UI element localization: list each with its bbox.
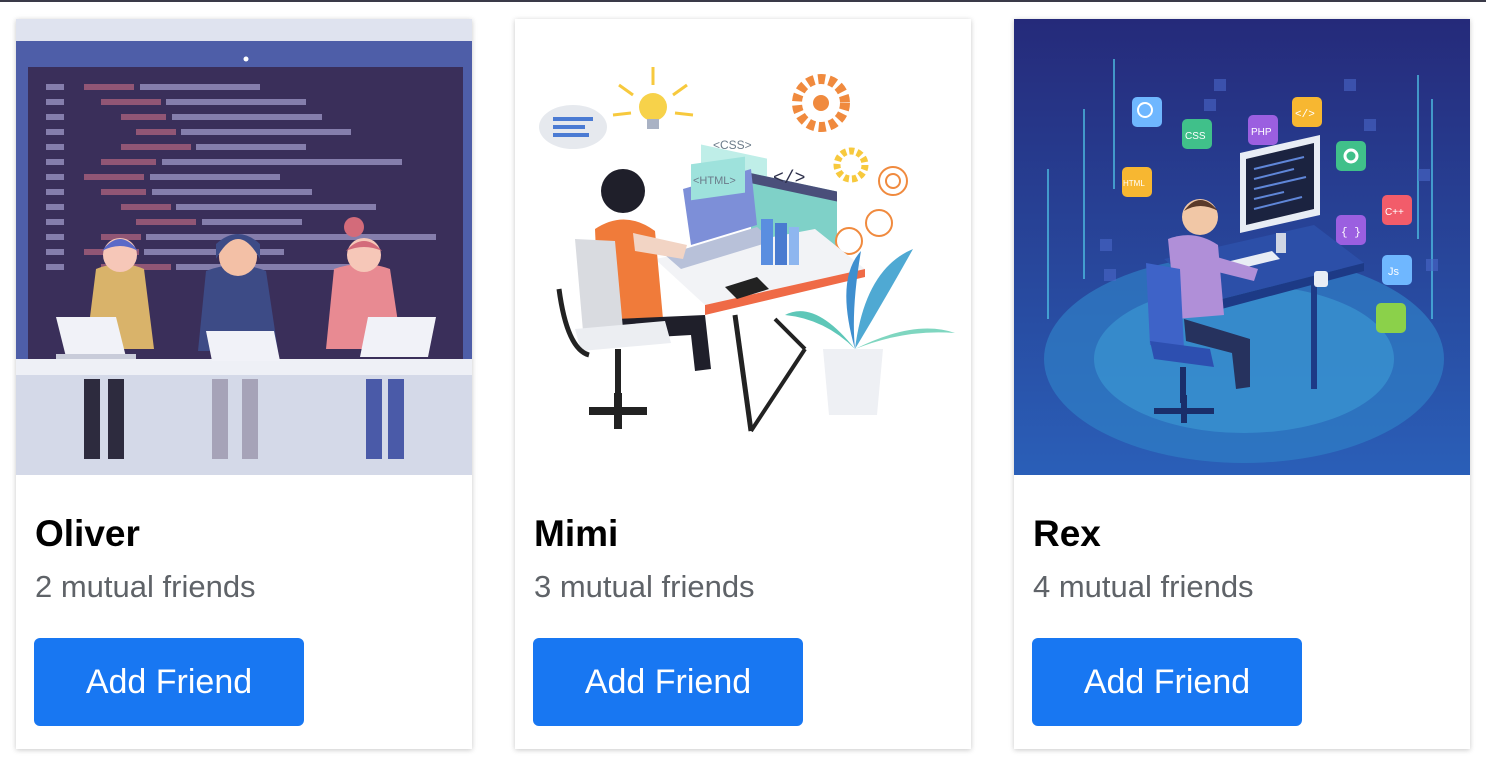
js-tile-label: Js [1388, 266, 1400, 278]
code-label: </> [773, 169, 805, 189]
friend-name: Rex [1033, 513, 1101, 554]
html-label: <HTML> [693, 175, 736, 187]
mutual-friends-count: 4 mutual friends [1033, 569, 1254, 604]
mutual-friends-count: 2 mutual friends [35, 569, 256, 604]
html-tile-label: HTML [1123, 179, 1145, 188]
add-friend-button[interactable]: Add Friend [533, 638, 803, 726]
friend-card-mimi: <CSS> </> <HTML> Mimi 3 mutual friends A… [515, 19, 971, 749]
code-tile-label: </> [1295, 109, 1315, 121]
profile-illustration: <CSS> </> <HTML> [515, 19, 971, 475]
friend-name: Oliver [35, 513, 140, 554]
mutual-friends-count: 3 mutual friends [534, 569, 755, 604]
top-border [0, 0, 1486, 2]
friend-name: Mimi [534, 513, 619, 554]
cpp-tile-label: C++ [1385, 207, 1404, 218]
php-tile-label: PHP [1251, 127, 1272, 138]
add-friend-button[interactable]: Add Friend [1032, 638, 1302, 726]
profile-illustration [16, 19, 472, 475]
profile-illustration: CSS PHP </> HTML C++ { } Js [1014, 19, 1470, 475]
friend-card-rex: CSS PHP </> HTML C++ { } Js Rex 4 mutual… [1014, 19, 1470, 749]
braces-tile-label: { } [1341, 227, 1361, 239]
css-label: <CSS> [713, 138, 752, 152]
friend-card-oliver: Oliver 2 mutual friends Add Friend [16, 19, 472, 749]
css-tile-label: CSS [1185, 131, 1206, 142]
add-friend-button[interactable]: Add Friend [34, 638, 304, 726]
